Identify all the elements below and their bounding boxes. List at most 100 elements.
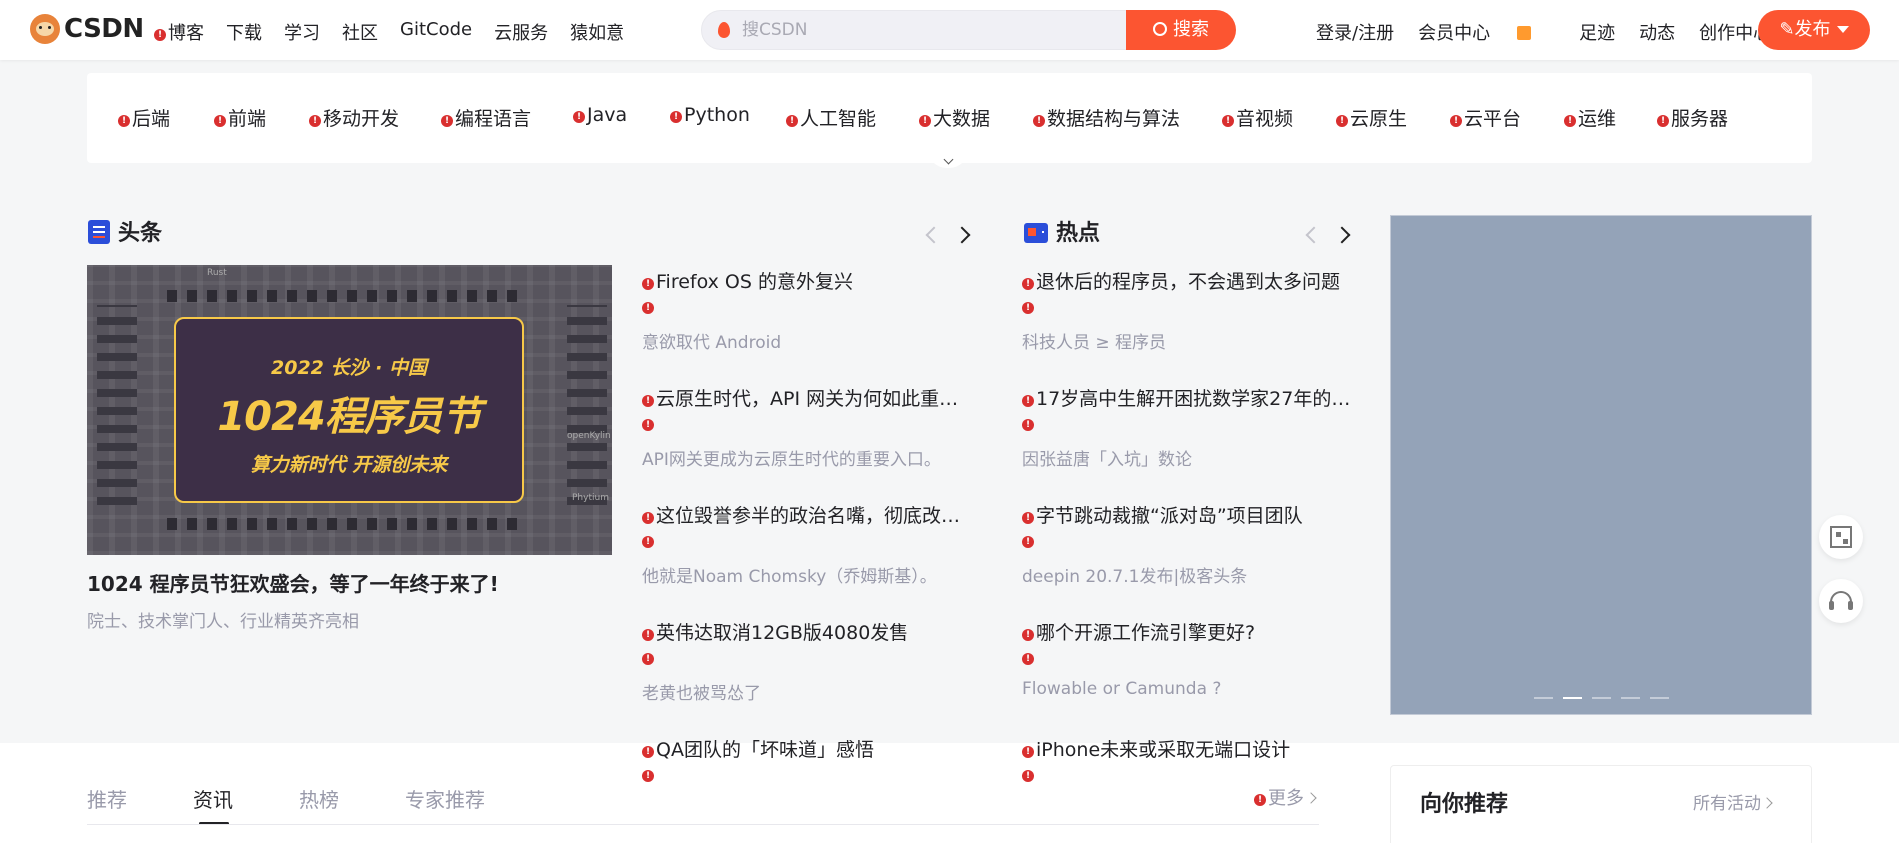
search-input[interactable]: 搜CSDN: [701, 10, 1131, 50]
hot-dot-icon: !: [1022, 512, 1034, 524]
hot-dot-icon: !: [1564, 115, 1576, 127]
news-desc: 老黄也被骂怂了: [642, 684, 761, 704]
activity-link[interactable]: 动态: [1639, 19, 1675, 45]
chevron-left-icon[interactable]: [1305, 226, 1323, 244]
news-title-text: 云原生时代，API 网关为何如此重要？: [656, 388, 972, 410]
top-navbar: CSDN ! 博客 下载 学习 社区 GitCode 云服务 猿如意 搜CSDN …: [0, 0, 1899, 60]
main-nav: ! 博客 下载 学习 社区 GitCode 云服务 猿如意: [154, 19, 646, 45]
carousel-dot[interactable]: [1650, 697, 1669, 699]
category-lang[interactable]: ! 编程语言: [441, 104, 531, 131]
headline-item[interactable]: ! Firefox OS 的意外复兴 ! 意欲取代 Android: [642, 267, 972, 353]
headlines-pager: [925, 219, 971, 247]
hot-dot-icon: !: [1022, 770, 1034, 782]
category-backend[interactable]: ! 后端: [118, 104, 170, 131]
hot-dot-icon: !: [642, 419, 654, 431]
search-button[interactable]: 搜索: [1126, 10, 1236, 50]
nav-item-learn[interactable]: 学习: [284, 19, 320, 45]
category-label: Java: [587, 104, 628, 126]
category-mobile[interactable]: ! 移动开发: [309, 104, 399, 131]
headline-item[interactable]: !这位毁誉参半的政治名嘴，彻底改变了语言学 ! 他就是Noam Chomsky（…: [642, 501, 972, 587]
hot-dot-icon: !: [214, 115, 226, 127]
hot-item[interactable]: ! 哪个开源工作流引擎更好? ! Flowable or Camunda ?: [1022, 618, 1352, 699]
hot-more-link[interactable]: ! 更多: [1254, 784, 1317, 810]
category-bigdata[interactable]: ! 大数据: [919, 104, 990, 131]
csdn-logo[interactable]: CSDN: [30, 14, 144, 44]
hot-item[interactable]: ! 字节跳动裁撤“派对岛”项目团队 ! deepin 20.7.1发布|极客头条: [1022, 501, 1352, 587]
nav-item-cloud[interactable]: 云服务: [494, 19, 548, 45]
news-desc: deepin 20.7.1发布|极客头条: [1022, 567, 1248, 587]
pen-icon: ✎: [1779, 19, 1795, 40]
promo-carousel[interactable]: [1390, 215, 1812, 715]
nav-item-community[interactable]: 社区: [342, 19, 378, 45]
carousel-dot[interactable]: [1534, 697, 1553, 699]
chip-label: Rust: [207, 268, 227, 278]
qr-code-button[interactable]: [1819, 515, 1863, 559]
news-title: ! 哪个开源工作流引擎更好?: [1022, 618, 1352, 645]
footprint-link[interactable]: 足迹: [1579, 19, 1615, 45]
customer-service-button[interactable]: [1819, 579, 1863, 623]
category-cloudnative[interactable]: ! 云原生: [1336, 104, 1407, 131]
hot-dot-icon: !: [1254, 794, 1266, 806]
news-title-text: Firefox OS 的意外复兴: [656, 271, 853, 293]
hot-item[interactable]: ! 退休后的程序员，不会遇到太多问题 ! 科技人员 ≥ 程序员: [1022, 267, 1352, 353]
carousel-dot-active[interactable]: [1563, 697, 1582, 699]
category-dsa[interactable]: ! 数据结构与算法: [1033, 104, 1180, 131]
vip-center-link[interactable]: 会员中心: [1418, 19, 1555, 45]
hot-dot-icon: !: [1657, 115, 1669, 127]
category-av[interactable]: ! 音视频: [1222, 104, 1293, 131]
carousel-dot[interactable]: [1621, 697, 1640, 699]
headline-item[interactable]: ! 英伟达取消12GB版4080发售 ! 老黄也被骂怂了: [642, 618, 972, 704]
chevron-right-icon[interactable]: [953, 226, 971, 244]
nav-item-gitcode[interactable]: GitCode: [400, 19, 472, 45]
hot-dot-icon: !: [1022, 746, 1034, 758]
chevron-right-icon[interactable]: [1333, 226, 1351, 244]
category-server[interactable]: ! 服务器: [1657, 104, 1728, 131]
hot-pager: [1305, 219, 1351, 247]
tab-news[interactable]: 资讯: [193, 784, 233, 825]
hot-dot-icon: !: [642, 278, 654, 290]
news-title-text: 英伟达取消12GB版4080发售: [656, 622, 909, 644]
hot-dot-icon: !: [1022, 278, 1034, 290]
nav-item-download[interactable]: 下载: [226, 19, 262, 45]
banner-line-2: 1024程序员节: [217, 394, 481, 440]
headline-banner[interactable]: Rust openKylin Phytium 2022 长沙 · 中国 1024…: [87, 265, 612, 555]
news-title-text: 字节跳动裁撤“派对岛”项目团队: [1036, 505, 1303, 527]
category-label: 移动开发: [323, 108, 400, 130]
tab-hot-list[interactable]: 热榜: [299, 784, 339, 813]
news-title-text: 17岁高中生解开困扰数学家27年的难题: [1036, 388, 1352, 410]
news-title: ! 云原生时代，API 网关为何如此重要？: [642, 384, 972, 411]
news-title-text: 哪个开源工作流引擎更好?: [1036, 622, 1256, 644]
news-title-text: QA团队的「坏味道」感悟: [656, 739, 874, 761]
chip-label: openKylin: [567, 431, 611, 441]
chip-pins: [167, 290, 527, 302]
monkey-logo-icon: [30, 14, 60, 44]
expand-categories-button[interactable]: [927, 148, 969, 168]
hot-item[interactable]: ! iPhone未来或采取无端口设计 !: [1022, 735, 1352, 782]
all-activities-link[interactable]: 所有活动: [1693, 789, 1773, 814]
category-python[interactable]: ! Python: [670, 104, 750, 126]
search-button-label: 搜索: [1173, 19, 1209, 40]
chip-pins: [167, 518, 527, 530]
tab-recommend[interactable]: 推荐: [87, 784, 127, 813]
gift-icon: [1517, 26, 1532, 40]
category-java[interactable]: ! Java: [573, 104, 627, 126]
hot-item[interactable]: ! 17岁高中生解开困扰数学家27年的难题 ! 因张益唐「入坑」数论: [1022, 384, 1352, 470]
publish-button[interactable]: ✎发布: [1758, 10, 1870, 50]
news-title-text: 这位毁誉参半的政治名嘴，彻底改变了语言学: [656, 505, 972, 527]
category-ai[interactable]: ! 人工智能: [786, 104, 876, 131]
nav-item-yuanruyi[interactable]: 猿如意: [570, 19, 624, 45]
nav-item-blog[interactable]: ! 博客: [154, 19, 204, 45]
category-frontend[interactable]: ! 前端: [214, 104, 266, 131]
hot-dot-icon: !: [1450, 115, 1462, 127]
news-desc: 科技人员 ≥ 程序员: [1022, 333, 1167, 353]
headline-item[interactable]: ! 云原生时代，API 网关为何如此重要？ ! API网关更成为云原生时代的重要入…: [642, 384, 972, 470]
featured-headline-title[interactable]: 1024 程序员节狂欢盛会，等了一年终于来了!: [87, 568, 612, 597]
tab-expert[interactable]: 专家推荐: [405, 784, 485, 813]
login-link[interactable]: 登录/注册: [1316, 19, 1394, 45]
category-cloudplatform[interactable]: ! 云平台: [1450, 104, 1521, 131]
hot-dot-icon: !: [1022, 629, 1034, 641]
category-ops[interactable]: ! 运维: [1564, 104, 1616, 131]
carousel-dot[interactable]: [1592, 697, 1611, 699]
headline-item[interactable]: ! QA团队的「坏味道」感悟 !: [642, 735, 972, 782]
chevron-left-icon[interactable]: [925, 226, 943, 244]
